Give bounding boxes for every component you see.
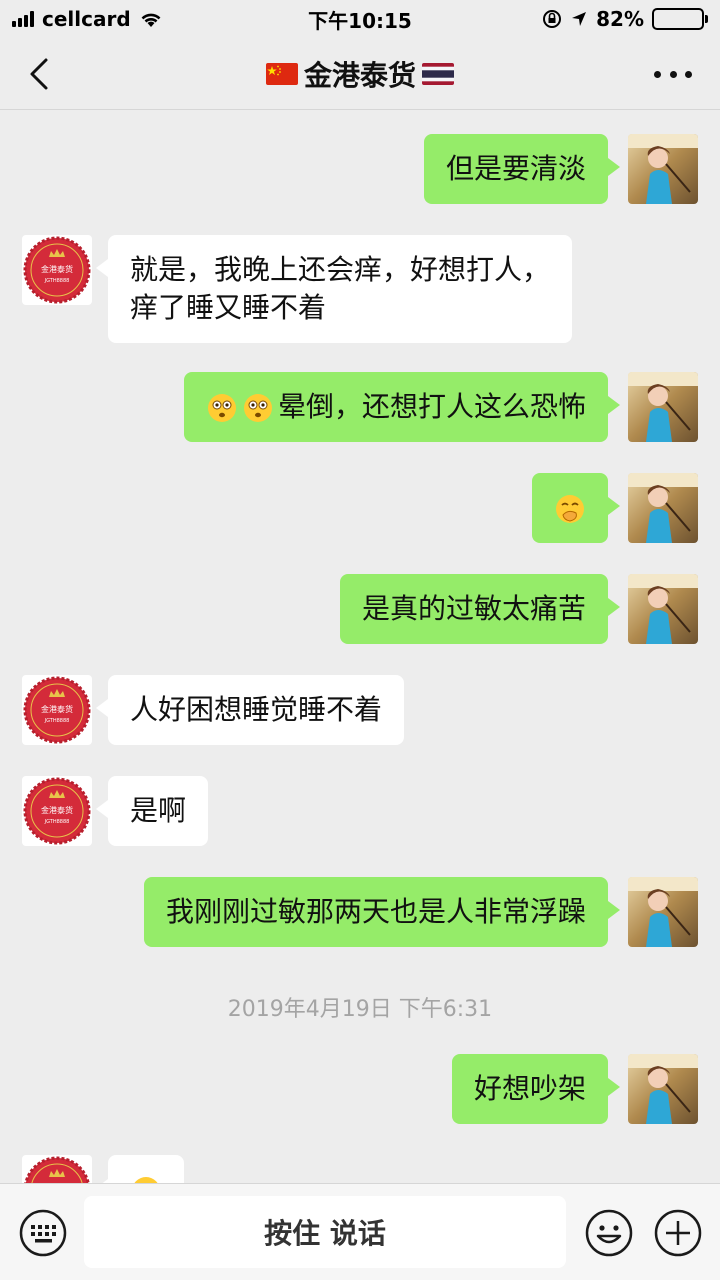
hold-to-talk-label: 按住 说话 [264, 1217, 386, 1250]
back-chevron-icon[interactable] [22, 56, 58, 92]
chat-title-text: 金港泰货 [303, 58, 416, 92]
battery-percent: 82% [596, 7, 644, 31]
contact-avatar[interactable]: 金港泰货 JGTH8888 [22, 235, 92, 305]
nav-bar: 金港泰货 [0, 38, 720, 110]
emoji-face-icon [134, 1177, 158, 1183]
message-bubble[interactable]: 好想吵架 [451, 1054, 621, 1124]
contact-avatar-code: JGTH8888 [44, 819, 70, 825]
contact-avatar[interactable]: 金港泰货 JGTH8888 [22, 1155, 92, 1183]
status-bar: cellcard 下午10:15 82% [0, 0, 720, 38]
message-bubble[interactable] [532, 473, 620, 543]
message-bubble[interactable] [96, 1155, 184, 1183]
message-text: 是啊 [130, 794, 187, 827]
user-avatar[interactable] [628, 1054, 698, 1124]
message-received: 金港泰货 JGTH8888 是啊 [22, 776, 209, 846]
signal-icon [12, 11, 34, 27]
message-bubble[interactable]: 晕倒，还想打人这么恐怖 [183, 372, 621, 442]
message-received: 金港泰货 JGTH8888 就是，我晚上还会痒，好想打人， 痒了睡又睡不着 [22, 235, 573, 343]
message-sent: 但是要清淡 [423, 134, 698, 204]
keyboard-toggle-icon[interactable] [18, 1208, 68, 1258]
message-bubble[interactable]: 是啊 [95, 776, 209, 846]
more-dot-icon [669, 70, 677, 78]
face-with-hand-over-mouth-icon [556, 495, 584, 523]
message-bubble[interactable]: 就是，我晚上还会痒，好想打人， 痒了睡又睡不着 [95, 235, 573, 343]
input-bar: 按住 说话 [0, 1183, 720, 1280]
flushed-face-icon [243, 394, 272, 422]
message-received: 金港泰货 JGTH8888 [22, 1155, 184, 1183]
thailand-flag-icon [422, 62, 454, 85]
carrier-label: cellcard [42, 7, 131, 31]
message-sent: 好想吵架 [451, 1054, 698, 1124]
flushed-face-icon [207, 394, 236, 422]
message-sent: 是真的过敏太痛苦 [339, 574, 698, 644]
message-text: 晕倒，还想打人这么恐怖 [277, 390, 586, 423]
contact-avatar-code: JGTH8888 [44, 278, 70, 284]
orientation-lock-icon [543, 10, 562, 28]
more-options-button[interactable] [648, 60, 698, 88]
emoji-picker-icon[interactable] [584, 1208, 634, 1258]
user-avatar[interactable] [628, 372, 698, 442]
user-avatar[interactable] [628, 574, 698, 644]
contact-avatar-name: 金港泰货 [41, 805, 73, 815]
contact-avatar-code: JGTH8888 [44, 718, 70, 724]
message-received: 金港泰货 JGTH8888 人好困想睡觉睡不着 [22, 675, 405, 745]
message-text: 是真的过敏太痛苦 [361, 592, 586, 625]
more-functions-plus-icon[interactable] [653, 1208, 703, 1258]
message-bubble[interactable]: 但是要清淡 [423, 134, 621, 204]
message-bubble[interactable]: 我刚刚过敏那两天也是人非常浮躁 [143, 877, 621, 947]
message-text: 我刚刚过敏那两天也是人非常浮躁 [165, 895, 586, 928]
contact-avatar[interactable]: 金港泰货 JGTH8888 [22, 675, 92, 745]
contact-avatar-name: 金港泰货 [41, 704, 73, 714]
status-right: 82% [542, 7, 708, 31]
message-text: 人好困想睡觉睡不着 [130, 693, 383, 726]
user-avatar[interactable] [628, 877, 698, 947]
message-text-line: 痒了睡又睡不着 [130, 291, 327, 324]
more-dot-icon [654, 70, 661, 78]
location-icon [572, 12, 587, 26]
message-bubble[interactable]: 是真的过敏太痛苦 [339, 574, 621, 644]
chat-title: 金港泰货 [265, 54, 454, 94]
message-bubble[interactable]: 人好困想睡觉睡不着 [95, 675, 405, 745]
chat-timestamp: 2019年4月19日 下午6:31 [227, 997, 493, 1022]
hold-to-talk-button[interactable]: 按住 说话 [84, 1196, 566, 1268]
user-avatar[interactable] [628, 134, 698, 204]
contact-avatar-name: 金港泰货 [41, 264, 73, 274]
chat-area[interactable]: 但是要清淡 金港泰货 JGTH8888 就是，我晚上还会痒，好想打人， 痒了睡又… [0, 111, 720, 1183]
contact-avatar[interactable]: 金港泰货 JGTH8888 [22, 776, 92, 846]
message-sent: 晕倒，还想打人这么恐怖 [183, 372, 698, 442]
more-dot-icon [685, 70, 692, 78]
battery-icon [652, 8, 708, 30]
message-text: 好想吵架 [473, 1072, 586, 1105]
message-text-line: 就是，我晚上还会痒，好想打人， [130, 253, 551, 286]
user-avatar[interactable] [628, 473, 698, 543]
message-sent [532, 473, 698, 543]
message-text: 但是要清淡 [445, 152, 586, 185]
status-left: cellcard [12, 7, 163, 31]
china-flag-icon [265, 62, 298, 85]
wifi-icon [141, 13, 161, 27]
message-sent: 我刚刚过敏那两天也是人非常浮躁 [143, 877, 698, 947]
